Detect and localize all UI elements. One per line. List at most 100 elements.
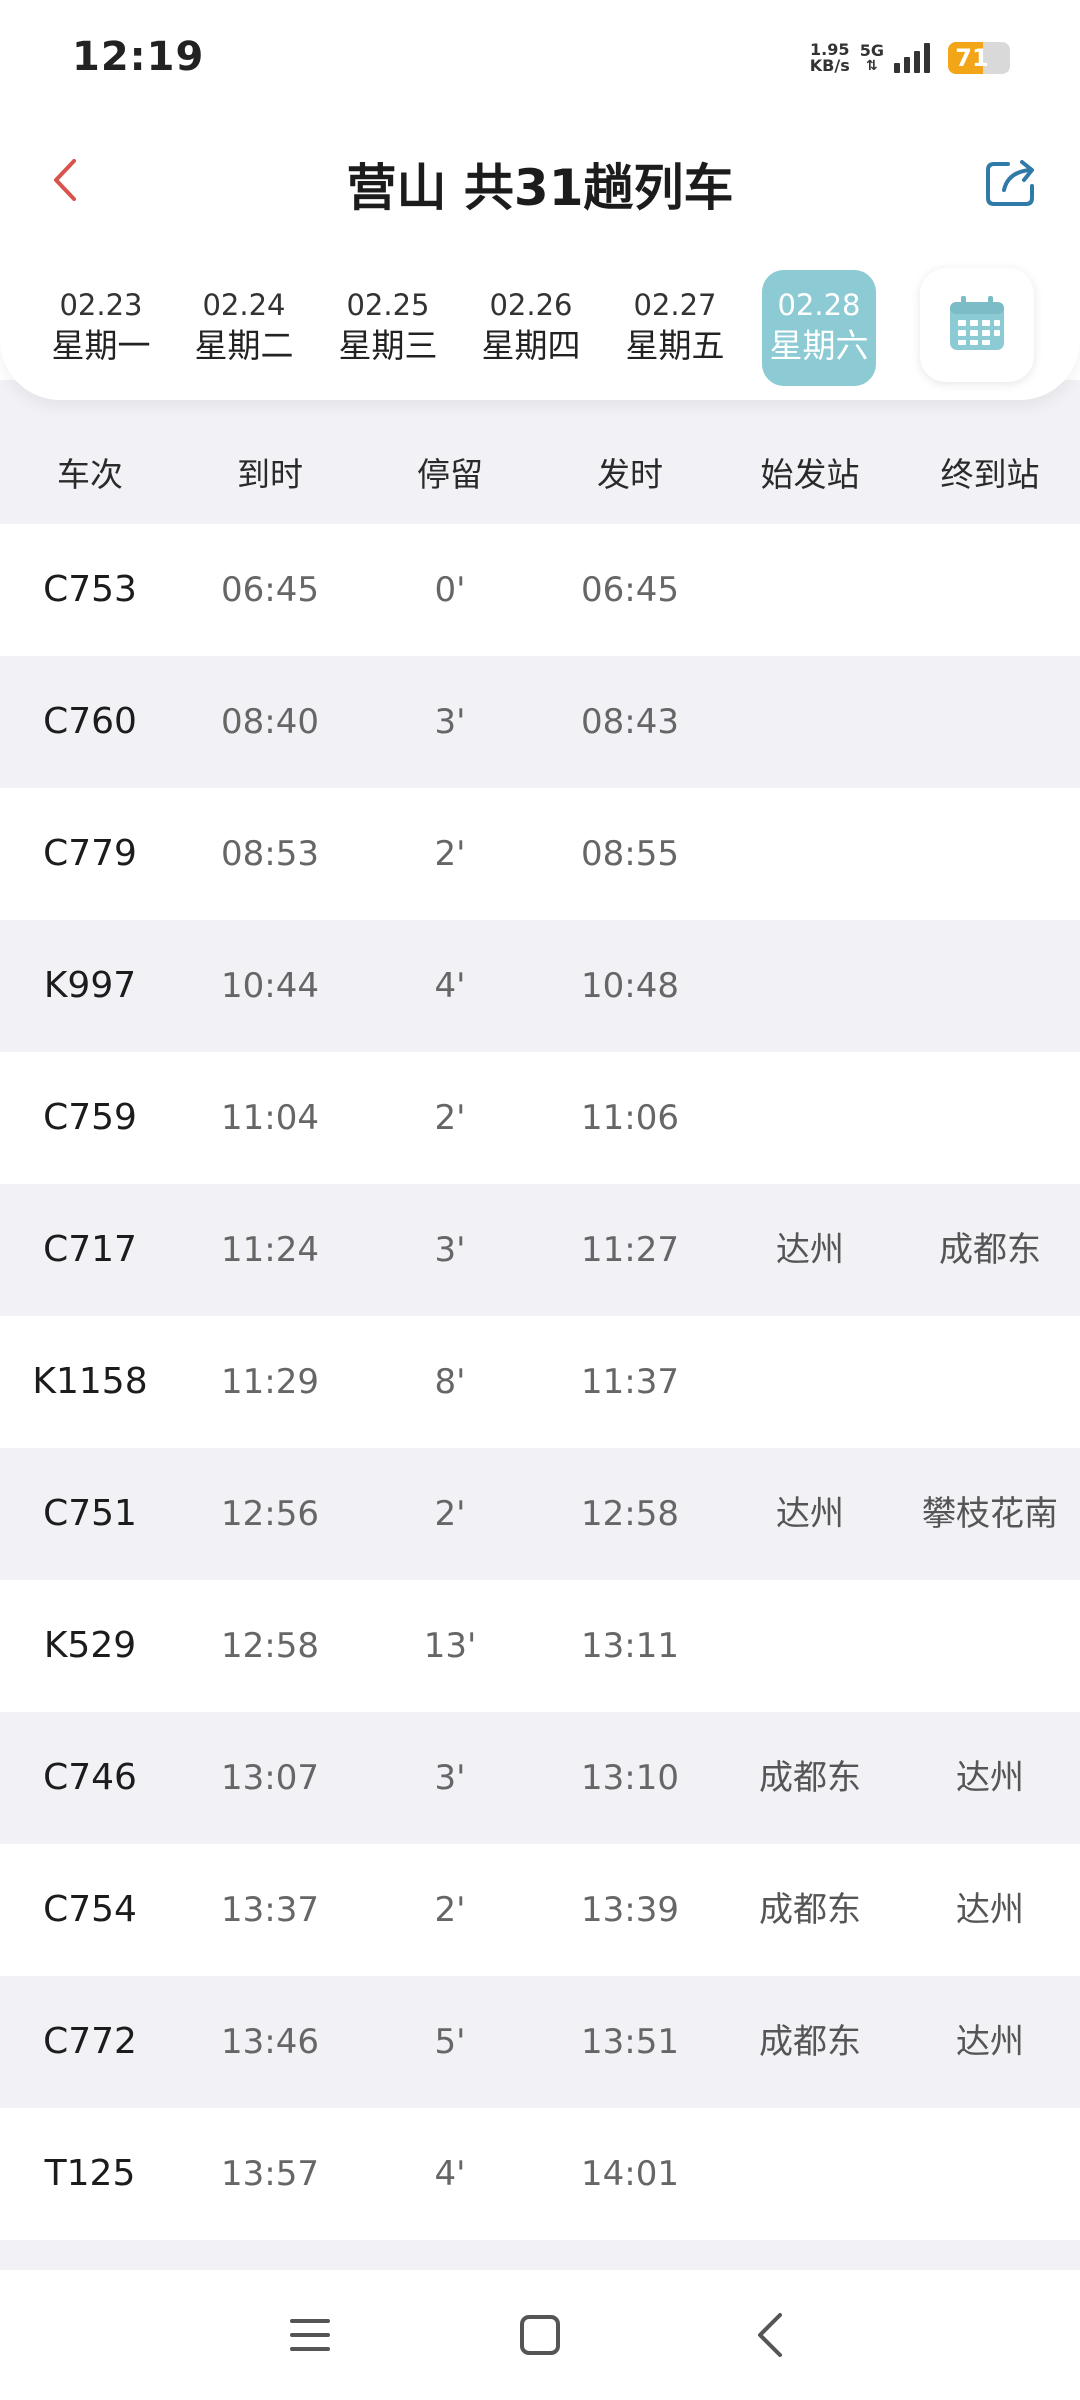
- arrive-time: 11:29: [221, 1362, 319, 1402]
- depart-time: 13:11: [581, 1626, 679, 1666]
- table-row[interactable]: C772 13:46 5' 13:51 成都东 达州: [0, 1976, 1080, 2108]
- origin-station: [720, 656, 900, 788]
- table-row[interactable]: C751 12:56 2' 12:58 达州 攀枝花南: [0, 1448, 1080, 1580]
- table-row[interactable]: C779 08:53 2' 08:55: [0, 788, 1080, 920]
- train-number: C760: [43, 701, 137, 742]
- arrive-time: 13:46: [221, 2022, 319, 2062]
- origin-station: 达州: [776, 1494, 844, 1534]
- table-row[interactable]: C759 11:04 2' 11:06: [0, 1052, 1080, 1184]
- depart-time: 12:58: [581, 1494, 679, 1534]
- depart-time: 08:43: [581, 702, 679, 742]
- stop-duration: 2': [434, 834, 466, 874]
- date-label: 02.27: [633, 288, 717, 323]
- arrive-time: 13:07: [221, 1758, 319, 1798]
- data-arrows-icon: ⇅: [866, 58, 878, 74]
- date-tab-0228-selected[interactable]: 02.28 星期六: [762, 270, 876, 386]
- terminal-station: [900, 524, 1080, 656]
- table-row[interactable]: K1158 11:29 8' 11:37: [0, 1316, 1080, 1448]
- stop-duration: 8': [434, 1362, 466, 1402]
- origin-station: [720, 788, 900, 920]
- column-header-train: 车次: [57, 455, 123, 494]
- train-table: 车次 到时 停留 发时 始发站 终到站 C753 06:45 0' 06:45 …: [0, 380, 1080, 2270]
- terminal-station: [900, 920, 1080, 1052]
- column-header-stop: 停留: [417, 455, 483, 494]
- stop-duration: 3': [434, 1758, 466, 1798]
- stop-duration: 3': [434, 1230, 466, 1270]
- home-button[interactable]: [500, 2300, 580, 2370]
- arrive-time: 08:40: [221, 702, 319, 742]
- nav-back-button[interactable]: [730, 2300, 810, 2370]
- train-number: C772: [43, 2021, 137, 2062]
- terminal-station: [900, 1052, 1080, 1184]
- date-selector: 02.23 星期一 02.24 星期二 02.25 星期三 02.26 星期四 …: [0, 250, 1080, 400]
- back-triangle-icon: [758, 2313, 782, 2357]
- status-time: 12:19: [72, 34, 205, 80]
- date-label: 02.26: [489, 288, 573, 323]
- origin-station: [720, 1580, 900, 1712]
- column-header-depart: 发时: [597, 455, 663, 494]
- date-label: 02.25: [346, 288, 430, 323]
- depart-time: 08:55: [581, 834, 679, 874]
- origin-station: [720, 1316, 900, 1448]
- terminal-station: 成都东: [939, 1230, 1041, 1270]
- column-header-arrive: 到时: [237, 455, 303, 494]
- date-tab-0227[interactable]: 02.27 星期五: [618, 270, 732, 386]
- terminal-station: [900, 788, 1080, 920]
- table-header: 车次 到时 停留 发时 始发站 终到站: [0, 380, 1080, 524]
- date-tab-0225[interactable]: 02.25 星期三: [331, 270, 445, 386]
- column-header-origin: 始发站: [760, 455, 860, 494]
- weekday-label: 星期一: [51, 325, 151, 365]
- depart-time: 11:06: [581, 1098, 679, 1138]
- share-button[interactable]: [980, 150, 1044, 214]
- terminal-station: [900, 656, 1080, 788]
- train-number: K1158: [32, 1361, 148, 1402]
- stop-duration: 2': [434, 1494, 466, 1534]
- signal-icon: [894, 43, 930, 73]
- table-row[interactable]: C753 06:45 0' 06:45: [0, 524, 1080, 656]
- stop-duration: 4': [434, 966, 466, 1006]
- status-bar: 12:19 1.95 KB/s 5G ⇅ 71: [0, 0, 1080, 120]
- stop-duration: 5': [434, 2022, 466, 2062]
- train-number: C753: [43, 569, 137, 610]
- page-title: 营山 共31趟列车: [346, 159, 734, 217]
- origin-station: 达州: [776, 1230, 844, 1270]
- date-label: 02.24: [202, 288, 286, 323]
- depart-time: 14:01: [581, 2154, 679, 2194]
- date-tab-0226[interactable]: 02.26 星期四: [474, 270, 588, 386]
- table-row[interactable]: T125 13:57 4' 14:01: [0, 2108, 1080, 2240]
- train-number: C717: [43, 1229, 137, 1270]
- network-type: 5G ⇅: [859, 41, 884, 74]
- table-row[interactable]: K529 12:58 13' 13:11: [0, 1580, 1080, 1712]
- menu-button[interactable]: [270, 2300, 350, 2370]
- table-row[interactable]: C746 13:07 3' 13:10 成都东 达州: [0, 1712, 1080, 1844]
- train-number: T125: [44, 2153, 136, 2194]
- arrive-time: 12:56: [221, 1494, 319, 1534]
- column-header-terminal: 终到站: [940, 455, 1040, 494]
- train-number: K997: [43, 965, 137, 1006]
- battery-icon: 71: [948, 42, 1010, 74]
- weekday-label: 星期六: [769, 325, 869, 365]
- network-type-label: 5G: [859, 41, 884, 60]
- terminal-station: 达州: [956, 1758, 1024, 1798]
- date-label: 02.28: [777, 288, 861, 323]
- table-row[interactable]: C760 08:40 3' 08:43: [0, 656, 1080, 788]
- date-tab-0224[interactable]: 02.24 星期二: [187, 270, 301, 386]
- terminal-station: [900, 1316, 1080, 1448]
- date-tab-0223[interactable]: 02.23 星期一: [44, 270, 158, 386]
- stop-duration: 2': [434, 1890, 466, 1930]
- table-row[interactable]: C717 11:24 3' 11:27 达州 成都东: [0, 1184, 1080, 1316]
- origin-station: 成都东: [759, 2022, 861, 2062]
- terminal-station: [900, 1580, 1080, 1712]
- home-square-icon: [520, 2315, 560, 2355]
- calendar-button[interactable]: [920, 268, 1034, 382]
- origin-station: [720, 920, 900, 1052]
- depart-time: 11:37: [581, 1362, 679, 1402]
- depart-time: 10:48: [581, 966, 679, 1006]
- table-row[interactable]: K997 10:44 4' 10:48: [0, 920, 1080, 1052]
- stop-duration: 4': [434, 2154, 466, 2194]
- terminal-station: 达州: [956, 1890, 1024, 1930]
- terminal-station: [900, 2108, 1080, 2240]
- table-row[interactable]: C754 13:37 2' 13:39 成都东 达州: [0, 1844, 1080, 1976]
- origin-station: [720, 524, 900, 656]
- status-icons: 1.95 KB/s 5G ⇅ 71: [810, 36, 1010, 80]
